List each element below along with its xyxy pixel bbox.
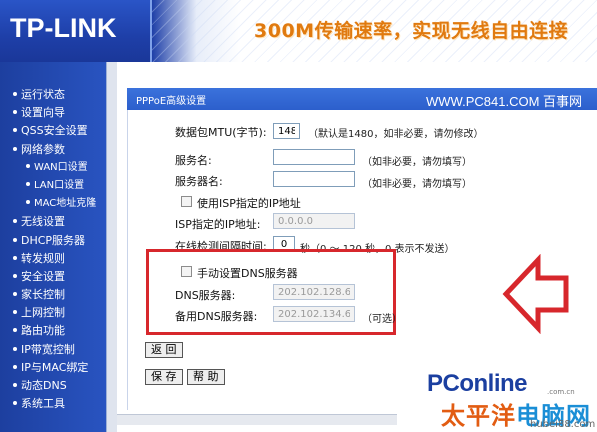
help-button[interactable]: 帮 助 xyxy=(187,369,225,385)
sidebar-item[interactable]: MAC地址克隆 xyxy=(0,195,117,213)
bullet-icon xyxy=(13,219,17,224)
service-name-input[interactable] xyxy=(273,149,355,165)
bullet-icon xyxy=(13,346,17,351)
watermark: PConline .com.cn 太平洋电脑网 hubei88.com xyxy=(397,356,597,432)
page-title: PPPoE高级设置 xyxy=(136,96,207,107)
net-logo-pc: 太平洋 xyxy=(441,403,516,430)
sidebar-item-label: 无线设置 xyxy=(21,215,65,229)
sidebar-item[interactable]: 设置向导 xyxy=(0,104,117,122)
mtu-hint: （默认是1480，如非必要，请勿修改） xyxy=(308,129,484,140)
sidebar-item[interactable]: 网络参数 xyxy=(0,141,117,159)
sidebar-item[interactable]: 转发规则 xyxy=(0,250,117,268)
sidebar-item[interactable]: 家长控制 xyxy=(0,286,117,304)
pointing-arrow-icon xyxy=(502,254,569,334)
sidebar-item[interactable]: IP与MAC绑定 xyxy=(0,359,117,377)
dns2-input[interactable] xyxy=(273,306,355,322)
pconline-logo: PConline xyxy=(427,370,528,398)
sidebar-scrollbar[interactable] xyxy=(106,62,117,432)
bullet-icon xyxy=(13,310,17,315)
header-slogan: 300M传输速率，实现无线自由连接 xyxy=(254,20,569,42)
sidebar-item-label: LAN口设置 xyxy=(34,179,85,191)
sidebar-item-label: 动态DNS xyxy=(21,379,67,392)
bullet-icon xyxy=(13,364,17,369)
bullet-icon xyxy=(13,146,17,151)
sidebar-item[interactable]: 运行状态 xyxy=(0,86,117,104)
bullet-icon xyxy=(13,328,17,333)
bullet-icon xyxy=(13,128,17,133)
pconline-online: online xyxy=(459,370,528,397)
bullet-icon xyxy=(13,401,17,406)
manual-dns-checkbox[interactable] xyxy=(181,266,192,277)
sidebar-item[interactable]: IP带宽控制 xyxy=(0,341,117,359)
service-name-hint: （如非必要，请勿填写） xyxy=(362,157,472,168)
sidebar-item[interactable]: 上网控制 xyxy=(0,304,117,322)
watermark-site: hubei88.com xyxy=(530,419,596,430)
sidebar-item-label: 系统工具 xyxy=(21,397,65,411)
sidebar-item-label: 家长控制 xyxy=(21,288,65,302)
bullet-icon xyxy=(13,92,17,96)
bullet-icon xyxy=(13,237,17,242)
sidebar-item-label: 设置向导 xyxy=(21,106,65,120)
sidebar-item-label: 网络参数 xyxy=(21,142,65,156)
sidebar-item-label: 安全设置 xyxy=(21,269,65,283)
sidebar-item[interactable]: 无线设置 xyxy=(0,213,117,231)
sidebar-item-label: 运行状态 xyxy=(21,88,65,101)
sidebar-item-label: 路由功能 xyxy=(21,324,65,338)
bullet-icon xyxy=(26,200,30,205)
sidebar-item-label: QSS安全设置 xyxy=(21,124,88,138)
use-isp-ip-checkbox[interactable] xyxy=(181,196,192,207)
dns2-hint: （可选） xyxy=(362,314,402,325)
sidebar-item-label: 上网控制 xyxy=(21,306,65,320)
sidebar-item-label: 转发规则 xyxy=(21,251,65,265)
save-button[interactable]: 保 存 xyxy=(145,369,183,385)
sidebar-item-label: IP与MAC绑定 xyxy=(21,360,89,374)
sidebar-item[interactable]: LAN口设置 xyxy=(0,177,117,195)
section-title-bar: PPPoE高级设置 WWW.PC841.COM 百事网 xyxy=(127,88,597,110)
bullet-icon xyxy=(13,273,17,278)
header-banner: TP-LINK 300M传输速率，实现无线自由连接 xyxy=(0,0,597,62)
bullet-icon xyxy=(13,383,17,387)
use-isp-ip-label: 使用ISP指定的IP地址 xyxy=(197,197,301,210)
sidebar-item-label: IP带宽控制 xyxy=(21,342,75,356)
tp-link-logo: TP-LINK xyxy=(10,13,117,43)
sidebar-item[interactable]: DHCP服务器 xyxy=(0,232,117,250)
isp-ip-label: ISP指定的IP地址: xyxy=(175,218,261,231)
bullet-icon xyxy=(26,181,30,186)
sidebar-item-label: DHCP服务器 xyxy=(21,233,86,247)
sidebar-item[interactable]: 路由功能 xyxy=(0,322,117,340)
dns-input[interactable] xyxy=(273,284,355,300)
sidebar-item[interactable]: QSS安全设置 xyxy=(0,122,117,140)
back-button[interactable]: 返 回 xyxy=(145,342,183,358)
dns-label: DNS服务器: xyxy=(175,289,236,302)
mtu-input[interactable] xyxy=(273,123,300,139)
dns2-label: 备用DNS服务器: xyxy=(175,310,258,323)
sidebar-item[interactable]: 安全设置 xyxy=(0,268,117,286)
horizontal-scrollbar[interactable] xyxy=(117,414,405,425)
server-name-input[interactable] xyxy=(273,171,355,187)
bullet-icon xyxy=(13,292,17,297)
mtu-label: 数据包MTU(字节): xyxy=(175,126,267,139)
bullet-icon xyxy=(13,110,17,115)
sidebar-item[interactable]: WAN口设置 xyxy=(0,159,117,177)
isp-ip-input[interactable] xyxy=(273,213,355,229)
sidebar-item-label: WAN口设置 xyxy=(34,161,88,173)
sidebar-item[interactable]: 动态DNS xyxy=(0,377,117,395)
server-name-label: 服务器名: xyxy=(175,175,223,188)
bullet-icon xyxy=(13,255,17,260)
pconline-pc: PC xyxy=(427,370,460,397)
pconline-domain: .com.cn xyxy=(547,388,575,396)
site-label: WWW.PC841.COM 百事网 xyxy=(426,94,583,109)
sidebar-nav: 运行状态设置向导 QSS安全设置 网络参数 WAN口设置 LAN口设置 MAC地址克隆无线… xyxy=(0,62,117,432)
manual-dns-label: 手动设置DNS服务器 xyxy=(197,267,298,280)
sidebar-item-label: MAC地址克隆 xyxy=(34,198,97,210)
server-name-hint: （如非必要，请勿填写） xyxy=(362,179,472,190)
sidebar-menu: 运行状态设置向导 QSS安全设置 网络参数 WAN口设置 LAN口设置 MAC地址克隆无线… xyxy=(0,86,117,413)
sidebar-item[interactable]: 系统工具 xyxy=(0,395,117,413)
bullet-icon xyxy=(26,163,30,168)
service-name-label: 服务名: xyxy=(175,154,212,167)
